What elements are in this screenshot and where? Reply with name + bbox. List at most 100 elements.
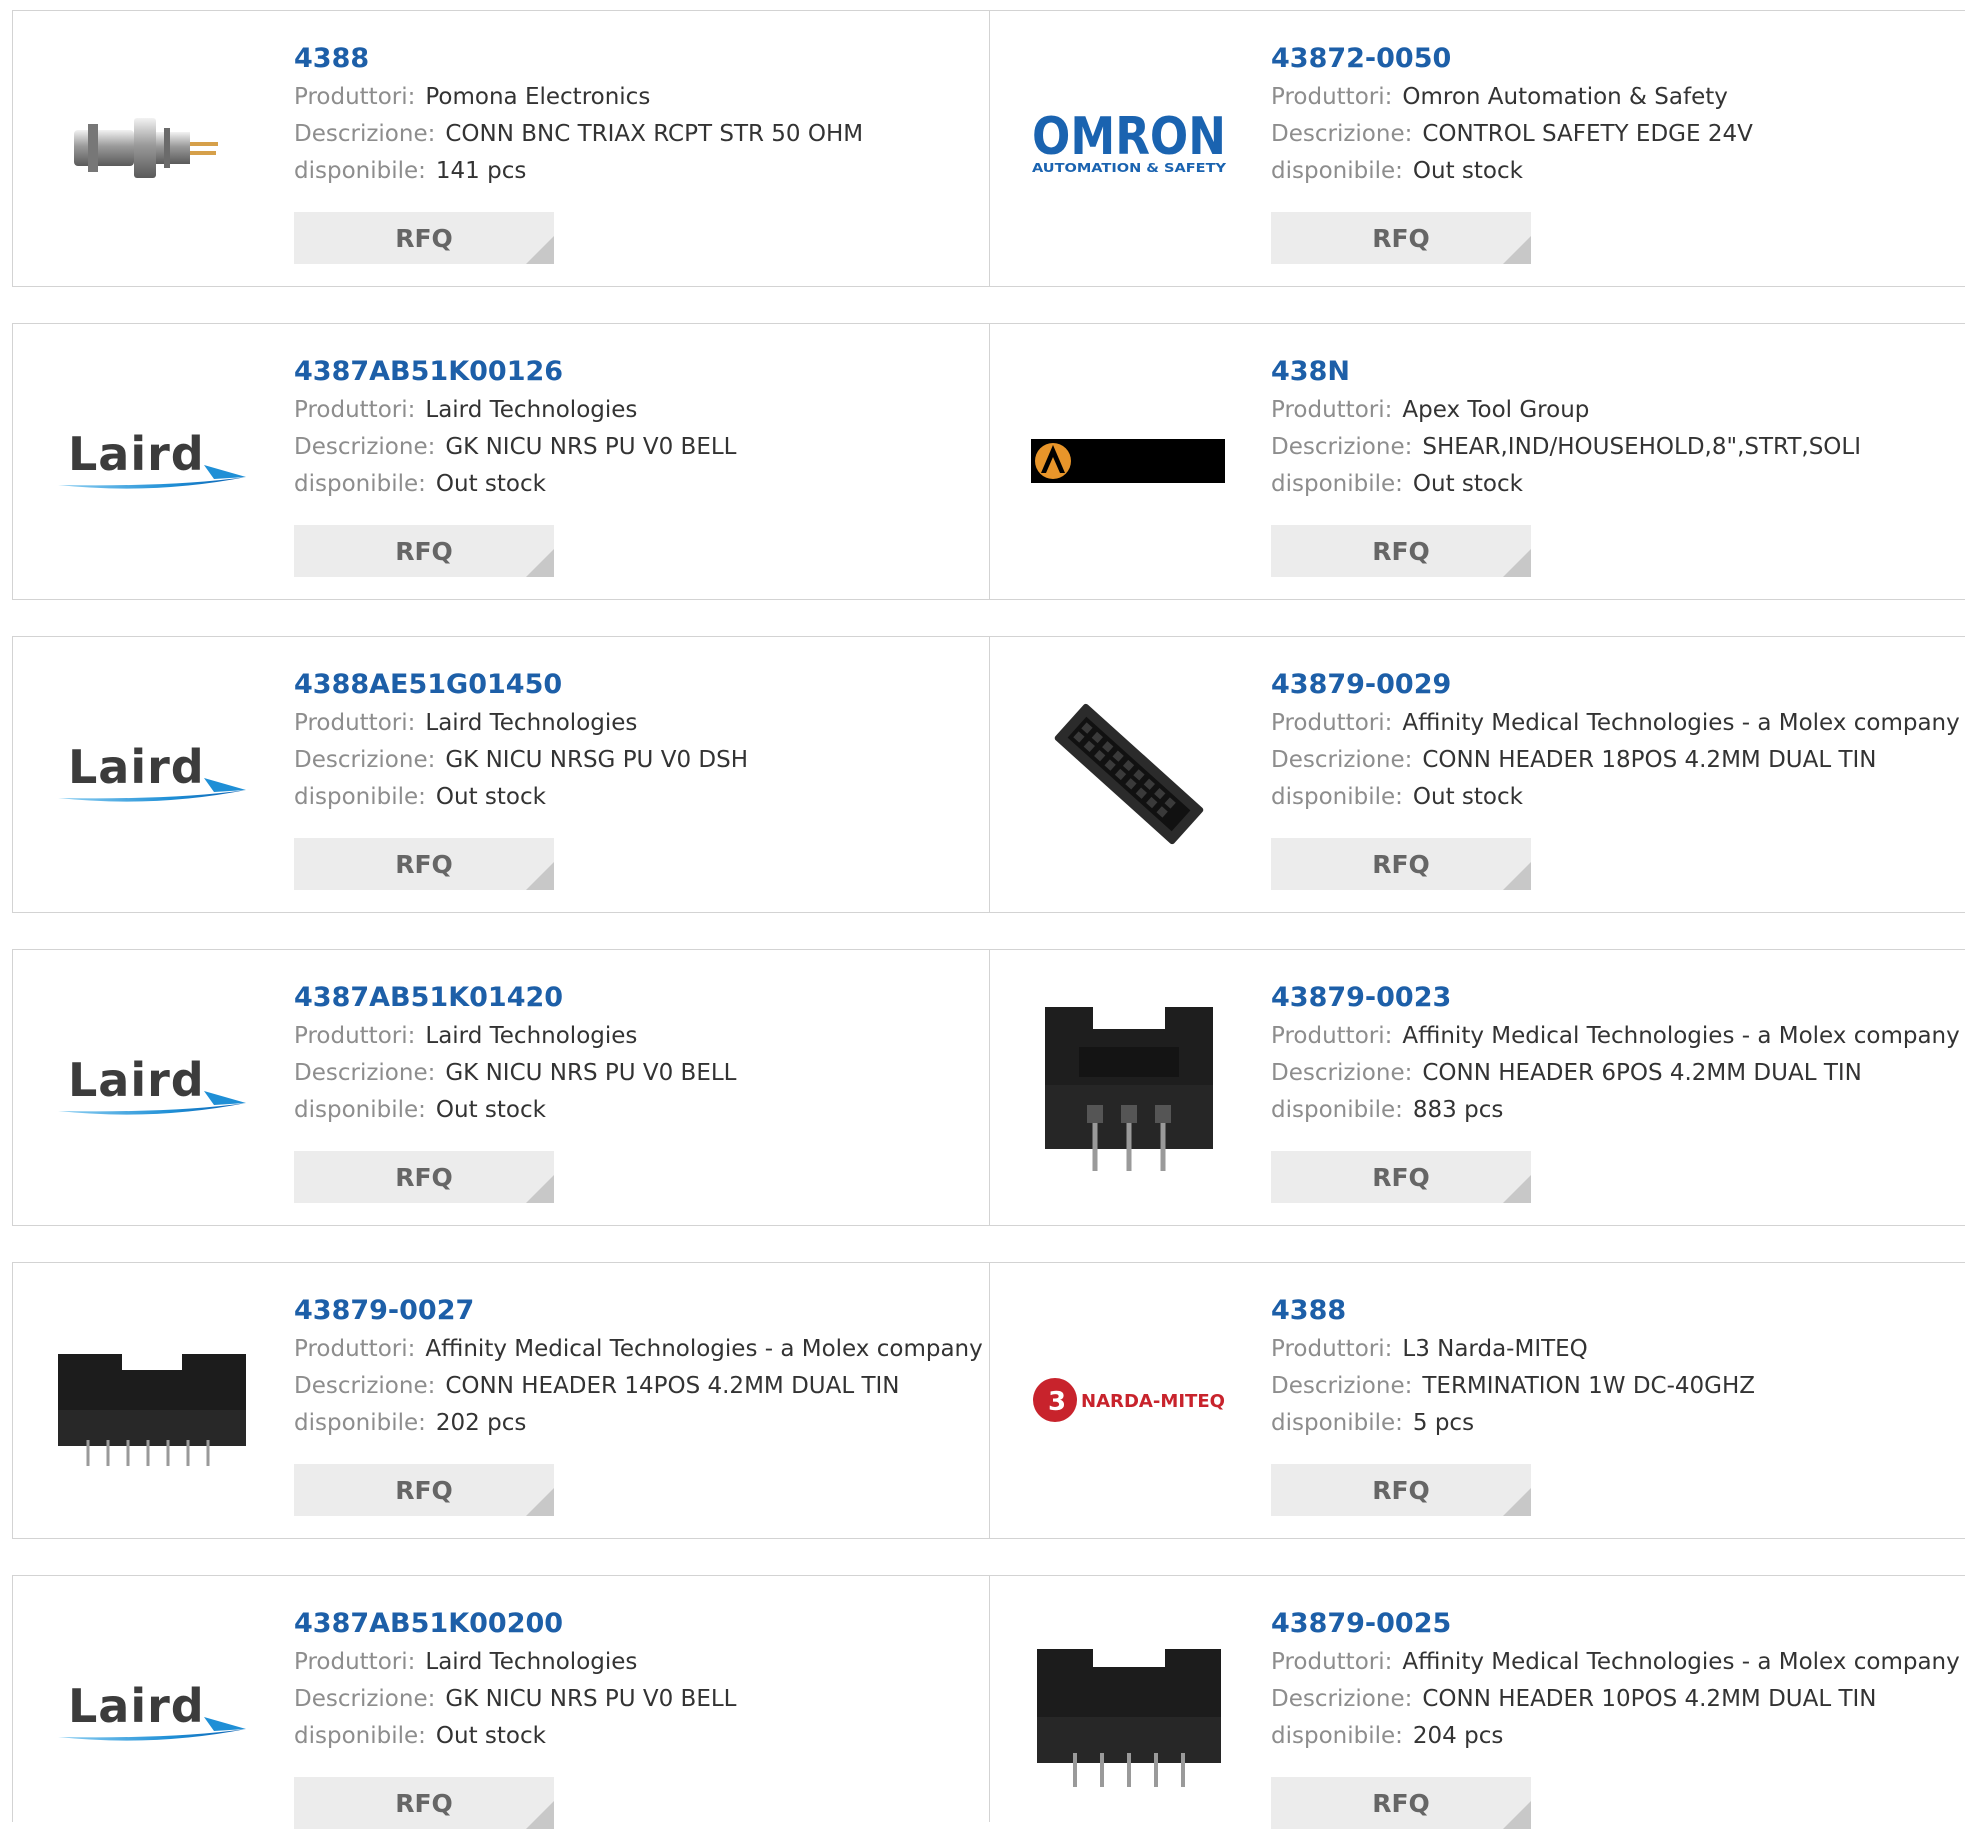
part-number-link[interactable]: 43879-0023 xyxy=(1271,978,1955,1018)
rfq-label: RFQ xyxy=(1372,1163,1430,1192)
product-card: Laird 4387AB51K00126 Produttori: Laird Te… xyxy=(12,324,989,599)
corner-triangle-icon xyxy=(526,549,554,577)
description-label: Descrizione: xyxy=(1271,434,1413,460)
apex-tool-group-logo xyxy=(1031,439,1225,483)
rfq-button[interactable]: RFQ xyxy=(1271,1151,1531,1203)
description-label: Descrizione: xyxy=(294,1373,436,1399)
rfq-button[interactable]: RFQ xyxy=(1271,838,1531,890)
description-row: Descrizione: CONTROL SAFETY EDGE 24V xyxy=(1271,116,1955,153)
rfq-label: RFQ xyxy=(1372,1789,1430,1818)
availability-row: disponibile: 883 pcs xyxy=(1271,1092,1955,1129)
part-number-link[interactable]: 4388AE51G01450 xyxy=(294,665,979,705)
description-value: GK NICU NRS PU V0 BELL xyxy=(445,1686,737,1712)
description-row: Descrizione: GK NICU NRS PU V0 BELL xyxy=(294,1055,979,1092)
l3-logo-mark: 3 xyxy=(1048,1387,1066,1417)
narda-miteq-logo-text: NARDA-MITEQ xyxy=(1081,1391,1225,1412)
l3-narda-miteq-logo: 3 NARDA-MITEQ xyxy=(1033,1378,1225,1422)
rfq-label: RFQ xyxy=(395,537,453,566)
availability-row: disponibile: 141 pcs xyxy=(294,153,979,190)
rfq-button[interactable]: RFQ xyxy=(294,1151,554,1203)
product-image xyxy=(1028,1613,1230,1813)
description-value: SHEAR,IND/HOUSEHOLD,8",STRT,SOLI xyxy=(1422,434,1861,460)
availability-row: disponibile: Out stock xyxy=(1271,466,1955,503)
rfq-button[interactable]: RFQ xyxy=(294,212,554,264)
rfq-button[interactable]: RFQ xyxy=(294,525,554,577)
rfq-label: RFQ xyxy=(1372,224,1430,253)
availability-label: disponibile: xyxy=(294,471,426,497)
description-value: CONN BNC TRIAX RCPT STR 50 OHM xyxy=(445,121,864,147)
rfq-label: RFQ xyxy=(395,1163,453,1192)
part-number-link[interactable]: 43879-0029 xyxy=(1271,665,1955,705)
manufacturer-row: Produttori: Laird Technologies xyxy=(294,1644,979,1681)
manufacturer-value: L3 Narda-MITEQ xyxy=(1402,1336,1588,1362)
laird-logo: Laird xyxy=(54,1047,250,1127)
availability-label: disponibile: xyxy=(1271,1723,1403,1749)
availability-value: 202 pcs xyxy=(435,1410,527,1436)
rfq-button[interactable]: RFQ xyxy=(294,1777,554,1829)
corner-triangle-icon xyxy=(526,862,554,890)
availability-row: disponibile: 5 pcs xyxy=(1271,1405,1955,1442)
product-card: Laird 4388AE51G01450 Produttori: Laird Te… xyxy=(12,637,989,912)
rfq-button[interactable]: RFQ xyxy=(1271,1464,1531,1516)
manufacturer-row: Produttori: Affinity Medical Technologies… xyxy=(1271,705,1960,742)
manufacturer-row: Produttori: Apex Tool Group xyxy=(1271,392,1955,429)
availability-row: disponibile: Out stock xyxy=(1271,153,1955,190)
availability-row: disponibile: 202 pcs xyxy=(294,1405,979,1442)
rfq-button[interactable]: RFQ xyxy=(1271,212,1531,264)
product-card: 3 NARDA-MITEQ 4388 Produttori: L3 Narda-M… xyxy=(989,1263,1965,1538)
part-number-link[interactable]: 43879-0025 xyxy=(1271,1604,1955,1644)
rfq-label: RFQ xyxy=(1372,537,1430,566)
part-number-link[interactable]: 4387AB51K00126 xyxy=(294,352,979,392)
rfq-label: RFQ xyxy=(395,1476,453,1505)
manufacturer-label: Produttori: xyxy=(1271,1649,1393,1675)
product-row: Laird 4387AB51K00200 Produttori: Laird Te… xyxy=(12,1575,1965,1829)
rfq-label: RFQ xyxy=(395,1789,453,1818)
rfq-button[interactable]: RFQ xyxy=(294,1464,554,1516)
laird-logo: Laird xyxy=(54,1673,250,1753)
manufacturer-row: Produttori: Laird Technologies xyxy=(294,705,979,742)
rfq-button[interactable]: RFQ xyxy=(1271,525,1531,577)
availability-row: disponibile: Out stock xyxy=(1271,779,1955,816)
description-value: GK NICU NRS PU V0 BELL xyxy=(445,1060,737,1086)
corner-triangle-icon xyxy=(1503,1175,1531,1203)
manufacturer-label: Produttori: xyxy=(1271,1336,1393,1362)
corner-triangle-icon xyxy=(1503,236,1531,264)
description-value: CONN HEADER 14POS 4.2MM DUAL TIN xyxy=(445,1373,900,1399)
part-number-link[interactable]: 43879-0027 xyxy=(294,1291,979,1331)
laird-swoosh-icon xyxy=(58,778,246,802)
part-number-link[interactable]: 43872-0050 xyxy=(1271,39,1955,79)
product-image xyxy=(1028,987,1230,1187)
rfq-label: RFQ xyxy=(1372,850,1430,879)
description-value: GK NICU NRS PU V0 BELL xyxy=(445,434,737,460)
part-number-link[interactable]: 4387AB51K01420 xyxy=(294,978,979,1018)
part-number-link[interactable]: 4388 xyxy=(1271,1291,1955,1331)
rfq-button[interactable]: RFQ xyxy=(1271,1777,1531,1829)
availability-label: disponibile: xyxy=(1271,158,1403,184)
description-value: CONN HEADER 10POS 4.2MM DUAL TIN xyxy=(1422,1686,1877,1712)
rfq-button[interactable]: RFQ xyxy=(294,838,554,890)
description-label: Descrizione: xyxy=(294,1686,436,1712)
availability-value: Out stock xyxy=(1412,784,1523,810)
availability-label: disponibile: xyxy=(294,1410,426,1436)
product-card: 43879-0027 Produttori: Affinity Medical T… xyxy=(12,1263,989,1538)
rfq-label: RFQ xyxy=(395,850,453,879)
description-label: Descrizione: xyxy=(1271,747,1413,773)
corner-triangle-icon xyxy=(1503,862,1531,890)
product-card: 43879-0025 Produttori: Affinity Medical T… xyxy=(989,1576,1965,1829)
description-row: Descrizione: GK NICU NRSG PU V0 DSH xyxy=(294,742,979,779)
laird-swoosh-icon xyxy=(58,1091,246,1115)
corner-triangle-icon xyxy=(1503,549,1531,577)
manufacturer-label: Produttori: xyxy=(294,1336,416,1362)
corner-triangle-icon xyxy=(526,1488,554,1516)
omron-logo-text: OMRON xyxy=(1032,107,1226,167)
description-value: CONN HEADER 18POS 4.2MM DUAL TIN xyxy=(1422,747,1877,773)
part-number-link[interactable]: 4388 xyxy=(294,39,979,79)
manufacturer-label: Produttori: xyxy=(294,1023,416,1049)
part-number-link[interactable]: 4387AB51K00200 xyxy=(294,1604,979,1644)
part-number-link[interactable]: 438N xyxy=(1271,352,1955,392)
availability-label: disponibile: xyxy=(1271,1410,1403,1436)
product-card: 43879-0029 Produttori: Affinity Medical T… xyxy=(989,637,1965,912)
product-row: Laird 4388AE51G01450 Produttori: Laird Te… xyxy=(12,636,1965,913)
description-value: GK NICU NRSG PU V0 DSH xyxy=(445,747,748,773)
description-label: Descrizione: xyxy=(294,434,436,460)
